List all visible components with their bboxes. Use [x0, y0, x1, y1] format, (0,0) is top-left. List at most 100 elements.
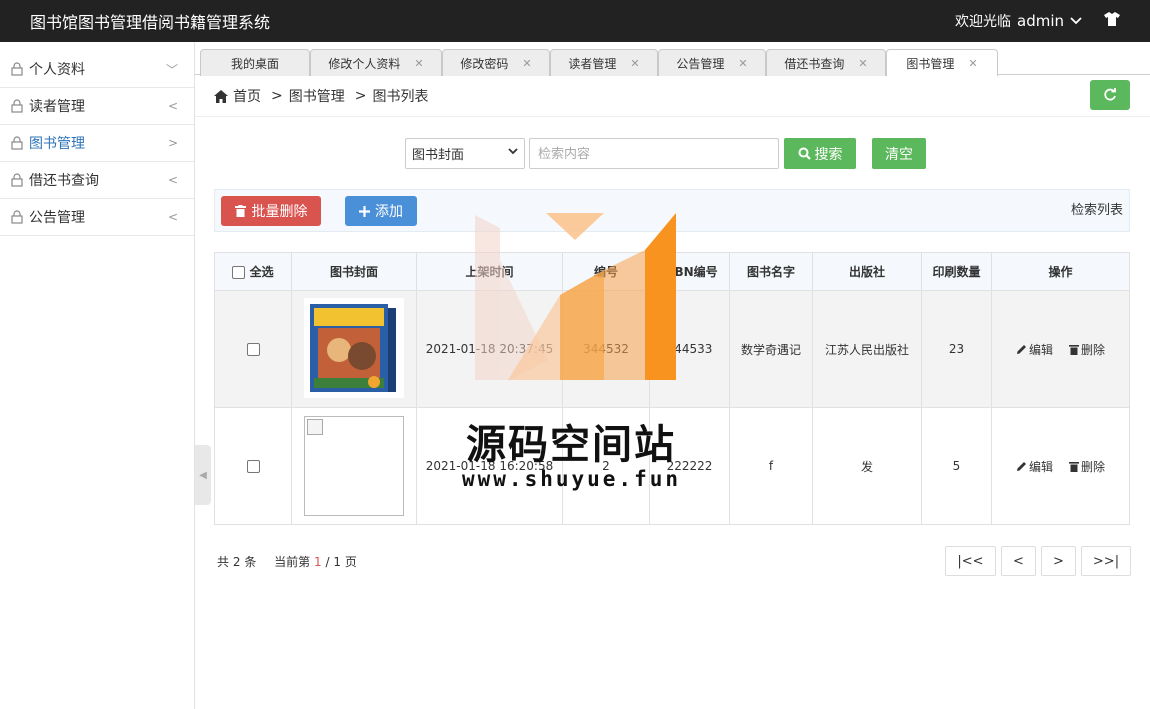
- lock-icon: [11, 210, 23, 224]
- sidebar: 个人资料 ﹀ 读者管理 < 图书管理 > 借还书查询 < 公告管理 <: [0, 42, 195, 709]
- edit-button[interactable]: 编辑: [1016, 458, 1053, 475]
- search-button-label: 搜索: [814, 146, 843, 163]
- delete-label: 删除: [1081, 342, 1106, 357]
- tab-notices[interactable]: 公告管理 ✕: [658, 49, 766, 76]
- lock-icon: [11, 173, 23, 187]
- sidebar-item-label: 借还书查询: [29, 173, 99, 189]
- column-header: 印刷数量: [921, 252, 992, 291]
- delete-button[interactable]: 删除: [1069, 341, 1105, 358]
- delete-button[interactable]: 删除: [1069, 458, 1105, 475]
- last-page-button[interactable]: >>|: [1081, 546, 1131, 576]
- isbn-cell: 344533: [649, 290, 730, 408]
- tab-borrow-query[interactable]: 借还书查询 ✕: [766, 49, 886, 76]
- tab-change-password[interactable]: 修改密码 ✕: [442, 49, 550, 76]
- column-header: ISBN编号: [649, 252, 730, 291]
- search-field-selected: 图书封面: [412, 148, 465, 163]
- tab-label: 读者管理: [568, 56, 617, 71]
- breadcrumb-home[interactable]: 首页: [233, 86, 261, 106]
- clear-button[interactable]: 清空: [872, 138, 926, 169]
- close-icon[interactable]: ✕: [414, 57, 423, 70]
- pencil-icon: [1016, 461, 1026, 471]
- next-page-button[interactable]: >: [1041, 546, 1076, 576]
- total-suffix: 条: [244, 555, 257, 569]
- close-icon[interactable]: ✕: [630, 57, 639, 70]
- lock-icon: [11, 62, 23, 76]
- top-header: 图书馆图书管理借阅书籍管理系统 欢迎光临 admin: [0, 0, 1150, 42]
- sidebar-item-notices[interactable]: 公告管理 <: [0, 199, 194, 236]
- lock-icon: [11, 99, 23, 113]
- page-suffix: 页: [344, 555, 357, 569]
- table-header-row: 全选 图书封面 上架时间 编号 ISBN编号 图书名字 出版社 印刷数量 操作: [214, 252, 1130, 291]
- breadcrumb-separator: >: [354, 88, 367, 104]
- id-cell: 344532: [562, 290, 650, 408]
- edit-label: 编辑: [1028, 342, 1053, 357]
- sidebar-item-profile[interactable]: 个人资料 ﹀: [0, 51, 194, 88]
- count-cell: 23: [921, 290, 992, 408]
- close-icon[interactable]: ✕: [738, 57, 747, 70]
- total-prefix: 共: [217, 555, 230, 569]
- clear-button-label: 清空: [885, 146, 913, 163]
- name-cell: f: [729, 407, 813, 525]
- sidebar-item-label: 公告管理: [29, 210, 85, 226]
- total-count: 2: [232, 555, 241, 569]
- count-cell: 5: [921, 407, 992, 525]
- search-field-select[interactable]: 图书封面: [405, 138, 525, 169]
- tab-edit-profile[interactable]: 修改个人资料 ✕: [310, 49, 442, 76]
- tab-label: 修改密码: [460, 56, 509, 71]
- operations-cell: 编辑 删除: [991, 407, 1130, 525]
- sidebar-item-books[interactable]: 图书管理 >: [0, 125, 194, 162]
- column-header: 出版社: [812, 252, 922, 291]
- sidebar-item-readers[interactable]: 读者管理 <: [0, 88, 194, 125]
- tab-label: 我的桌面: [230, 56, 279, 71]
- chevron-left-icon: <: [167, 99, 178, 113]
- first-page-button[interactable]: |<<: [945, 546, 996, 576]
- home-icon: [214, 89, 228, 103]
- edit-button[interactable]: 编辑: [1016, 341, 1053, 358]
- user-menu[interactable]: admin: [1017, 12, 1064, 30]
- tab-label: 借还书查询: [784, 56, 845, 71]
- search-icon: [798, 147, 811, 160]
- chevron-right-icon: >: [167, 136, 178, 150]
- batch-delete-button[interactable]: 批量删除: [221, 196, 321, 226]
- tab-readers[interactable]: 读者管理 ✕: [550, 49, 658, 76]
- prev-page-button[interactable]: <: [1001, 546, 1036, 576]
- close-icon[interactable]: ✕: [522, 57, 531, 70]
- refresh-icon: [1104, 88, 1116, 101]
- edit-label: 编辑: [1028, 459, 1053, 474]
- total-pages: 1: [333, 555, 341, 569]
- refresh-button[interactable]: [1090, 80, 1130, 110]
- search-button[interactable]: 搜索: [784, 138, 856, 169]
- list-title: 检索列表: [1070, 203, 1123, 218]
- current-page: 1: [314, 555, 322, 569]
- select-all-checkbox[interactable]: [232, 266, 246, 279]
- tab-desktop[interactable]: 我的桌面: [200, 49, 310, 76]
- tab-books[interactable]: 图书管理 ✕: [886, 49, 998, 76]
- lock-icon: [11, 136, 23, 150]
- sidebar-collapse-handle[interactable]: ◀: [195, 445, 211, 505]
- sidebar-item-label: 图书管理: [29, 136, 85, 152]
- breadcrumb-level1[interactable]: 图书管理: [289, 86, 345, 106]
- close-icon[interactable]: ✕: [858, 57, 867, 70]
- theme-shirt-icon[interactable]: [1104, 12, 1120, 30]
- table-row: 2021-01-18 20:37:45 344532 344533 数学奇遇记 …: [214, 290, 1130, 408]
- book-cover-image[interactable]: [304, 297, 404, 398]
- add-button[interactable]: 添加: [345, 196, 417, 226]
- watermark-title: 源码空间站: [466, 422, 676, 468]
- trash-icon: [1069, 461, 1079, 472]
- sidebar-item-borrow-query[interactable]: 借还书查询 <: [0, 162, 194, 199]
- divider: [195, 116, 1150, 117]
- trash-icon: [1069, 344, 1079, 355]
- chevron-down-icon: [508, 147, 518, 158]
- broken-image-icon: [307, 419, 323, 435]
- column-header: 编号: [562, 252, 650, 291]
- row-checkbox[interactable]: [246, 460, 260, 473]
- chevron-down-icon[interactable]: [1070, 14, 1082, 28]
- tab-bar: 我的桌面 修改个人资料 ✕ 修改密码 ✕ 读者管理 ✕ 公告管理 ✕ 借还书查询…: [195, 42, 1150, 76]
- broken-image[interactable]: [304, 416, 404, 516]
- search-input[interactable]: [529, 138, 779, 169]
- cover-cell: [291, 290, 417, 408]
- row-checkbox[interactable]: [246, 343, 260, 356]
- welcome-text: 欢迎光临: [955, 14, 1011, 30]
- column-header: 图书名字: [729, 252, 813, 291]
- close-icon[interactable]: ✕: [968, 57, 977, 70]
